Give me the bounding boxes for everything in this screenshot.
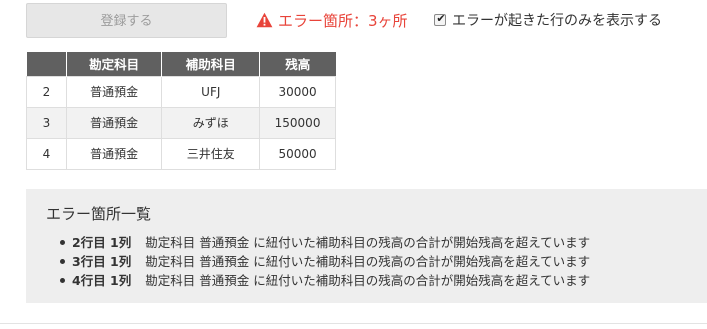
list-item: 4行目 1列 勘定科目 普通預金 に紐付いた補助科目の残高の合計が開始残高を超えて…	[60, 271, 590, 290]
error-location: 2行目 1列	[72, 235, 132, 250]
table-row[interactable]: 4 普通預金 三井住友 50000	[26, 137, 336, 170]
row-number-cell: 2	[26, 75, 67, 108]
list-item: 2行目 1列 勘定科目 普通預金 に紐付いた補助科目の残高の合計が開始残高を超えて…	[60, 233, 590, 252]
error-count-text: エラー箇所：3ヶ所	[278, 11, 408, 30]
error-message: 勘定科目 普通預金 に紐付いた補助科目の残高の合計が開始残高を超えています	[145, 235, 591, 250]
bottom-divider	[0, 323, 707, 324]
sub-account-cell[interactable]: 三井住友	[161, 137, 261, 170]
error-rows-only-toggle[interactable]: ✔ エラーが起きた行のみを表示する	[434, 9, 662, 31]
register-button[interactable]: 登録する	[26, 3, 227, 38]
account-cell[interactable]: 普通預金	[65, 75, 163, 108]
error-list-panel: エラー箇所一覧 2行目 1列 勘定科目 普通預金 に紐付いた補助科目の残高の合計が…	[26, 189, 707, 303]
table-row[interactable]: 2 普通預金 UFJ 30000	[26, 75, 336, 108]
table-header-row: 勘定科目 補助科目 残高	[26, 52, 336, 76]
error-message: 勘定科目 普通預金 に紐付いた補助科目の残高の合計が開始残高を超えています	[145, 254, 591, 269]
balance-cell[interactable]: 50000	[259, 137, 336, 170]
warning-triangle-icon	[256, 12, 273, 28]
sub-account-cell[interactable]: UFJ	[161, 75, 261, 108]
balance-cell[interactable]: 150000	[259, 106, 336, 139]
sub-account-cell[interactable]: みずほ	[161, 106, 261, 139]
table-row[interactable]: 3 普通預金 みずほ 150000	[26, 106, 336, 139]
header-sub-account: 補助科目	[161, 52, 261, 76]
error-list: 2行目 1列 勘定科目 普通預金 に紐付いた補助科目の残高の合計が開始残高を超えて…	[60, 233, 590, 290]
list-item: 3行目 1列 勘定科目 普通預金 に紐付いた補助科目の残高の合計が開始残高を超えて…	[60, 252, 590, 271]
error-list-title: エラー箇所一覧	[46, 205, 152, 223]
balance-cell[interactable]: 30000	[259, 75, 336, 108]
error-summary: エラー箇所：3ヶ所	[256, 9, 408, 31]
account-cell[interactable]: 普通預金	[65, 137, 163, 170]
header-balance: 残高	[259, 52, 336, 76]
balance-table: 勘定科目 補助科目 残高 2 普通預金 UFJ 30000 3 普通預金 みずほ…	[26, 52, 336, 170]
error-rows-only-label: エラーが起きた行のみを表示する	[452, 13, 662, 29]
checkmark-icon: ✔	[436, 12, 446, 25]
error-location: 3行目 1列	[72, 254, 132, 269]
error-rows-only-checkbox[interactable]: ✔	[434, 12, 446, 26]
row-number-cell: 3	[26, 106, 67, 139]
account-cell[interactable]: 普通預金	[65, 106, 163, 139]
error-location: 4行目 1列	[72, 273, 132, 288]
header-account: 勘定科目	[66, 52, 163, 76]
error-message: 勘定科目 普通預金 に紐付いた補助科目の残高の合計が開始残高を超えています	[145, 273, 591, 288]
row-number-cell: 4	[26, 137, 67, 170]
header-row-number	[26, 52, 67, 76]
